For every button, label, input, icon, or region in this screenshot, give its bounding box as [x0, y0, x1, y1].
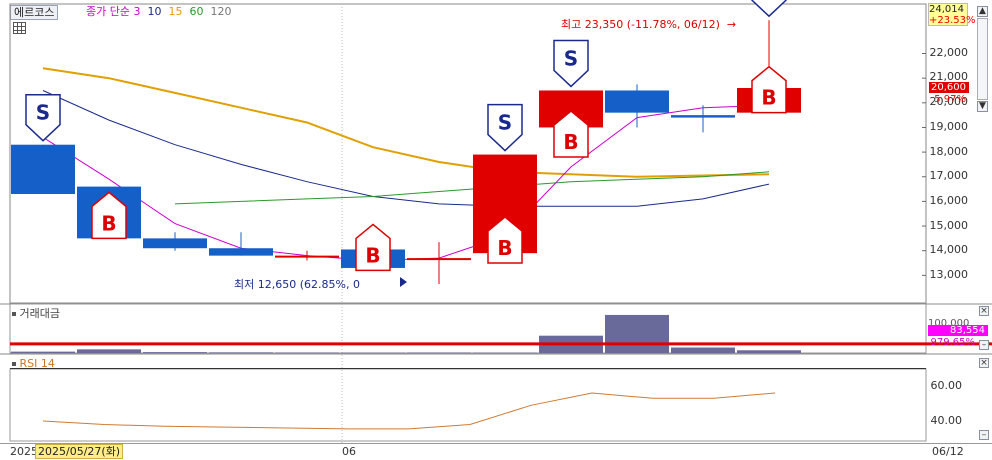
ma15-line — [42, 67, 770, 178]
panel-marker-icon — [12, 362, 16, 366]
candle-body — [209, 248, 273, 256]
buy-signal-label: B — [365, 243, 380, 267]
vertical-scrollbar[interactable] — [977, 18, 988, 100]
buy-signal-label: B — [761, 86, 776, 110]
x-axis-month: 06 — [342, 445, 356, 458]
low-annotation-text: 최저 12,650 (62.85%, 0 — [234, 278, 360, 291]
price-tick: 18,000 — [929, 145, 969, 158]
sell-signal-marker — [751, 0, 787, 18]
top-price-change: +23.53% — [929, 15, 976, 26]
price-axis: 22,000 21,000 20,000 19,000 18,000 17,00… — [926, 0, 969, 303]
volume-title-text: 거래대금 — [19, 307, 60, 320]
candle-body — [671, 115, 735, 118]
cursor-date-label: 2025/05/27(화) — [35, 444, 124, 459]
current-price-tag: 20,600 — [929, 82, 969, 93]
current-price-change: 5.97% — [934, 94, 966, 105]
x-axis[interactable] — [0, 443, 992, 460]
arrow-right-icon — [400, 277, 407, 287]
price-tick: 22,000 — [929, 46, 969, 59]
candle-body — [11, 144, 75, 195]
rsi-tick: 60.00 — [930, 379, 963, 392]
current-price-value: 20,600 — [931, 82, 966, 93]
high-annotation-text: 최고 23,350 (-11.78%, 06/12) — [561, 18, 720, 31]
price-tick: 17,000 — [929, 169, 969, 182]
candle-body — [605, 90, 669, 113]
price-tick: 15,000 — [929, 219, 969, 232]
buy-signal-label: B — [497, 236, 512, 260]
sell-signal-label: S — [36, 101, 50, 125]
volume-panel[interactable] — [0, 304, 992, 354]
price-tick: 13,000 — [929, 268, 969, 281]
top-price-tag: 24,014 +23.53% — [928, 3, 976, 26]
volume-panel-title: 거래대금 — [12, 307, 60, 320]
candle-body — [407, 258, 471, 261]
sell-signal-label: S — [564, 46, 578, 70]
rsi-panel[interactable] — [0, 355, 992, 443]
x-axis-year: 2025 — [10, 445, 38, 458]
candle-body — [143, 238, 207, 249]
ma3-line — [42, 104, 770, 262]
buy-signal-label: B — [563, 130, 578, 154]
rsi-tick: 40.00 — [930, 414, 963, 427]
price-tick: 16,000 — [929, 194, 969, 207]
volume-pct: 979.65% — [930, 337, 976, 348]
sell-signal-label: S — [498, 111, 512, 135]
scroll-up-button[interactable]: ▲ — [977, 6, 988, 17]
arrow-right-icon: → — [723, 18, 737, 31]
price-tick: 19,000 — [929, 120, 969, 133]
x-axis-right-date: 06/12 — [932, 445, 964, 458]
rsi-panel-title: RSI 14 — [12, 357, 55, 370]
panel-marker-icon — [12, 312, 16, 316]
top-price-value: 24,014 — [929, 4, 964, 15]
buy-signal-label: B — [101, 211, 116, 235]
volume-tag: 83,554 — [928, 325, 988, 336]
price-tick: 14,000 — [929, 243, 969, 256]
low-annotation: 최저 12,650 (62.85%, 0 — [234, 276, 360, 292]
candle-body — [275, 255, 339, 258]
scroll-down-button[interactable]: ▼ — [977, 101, 988, 112]
high-annotation: 최고 23,350 (-11.78%, 06/12) → — [561, 16, 736, 32]
rsi-title-text: RSI 14 — [19, 357, 55, 370]
